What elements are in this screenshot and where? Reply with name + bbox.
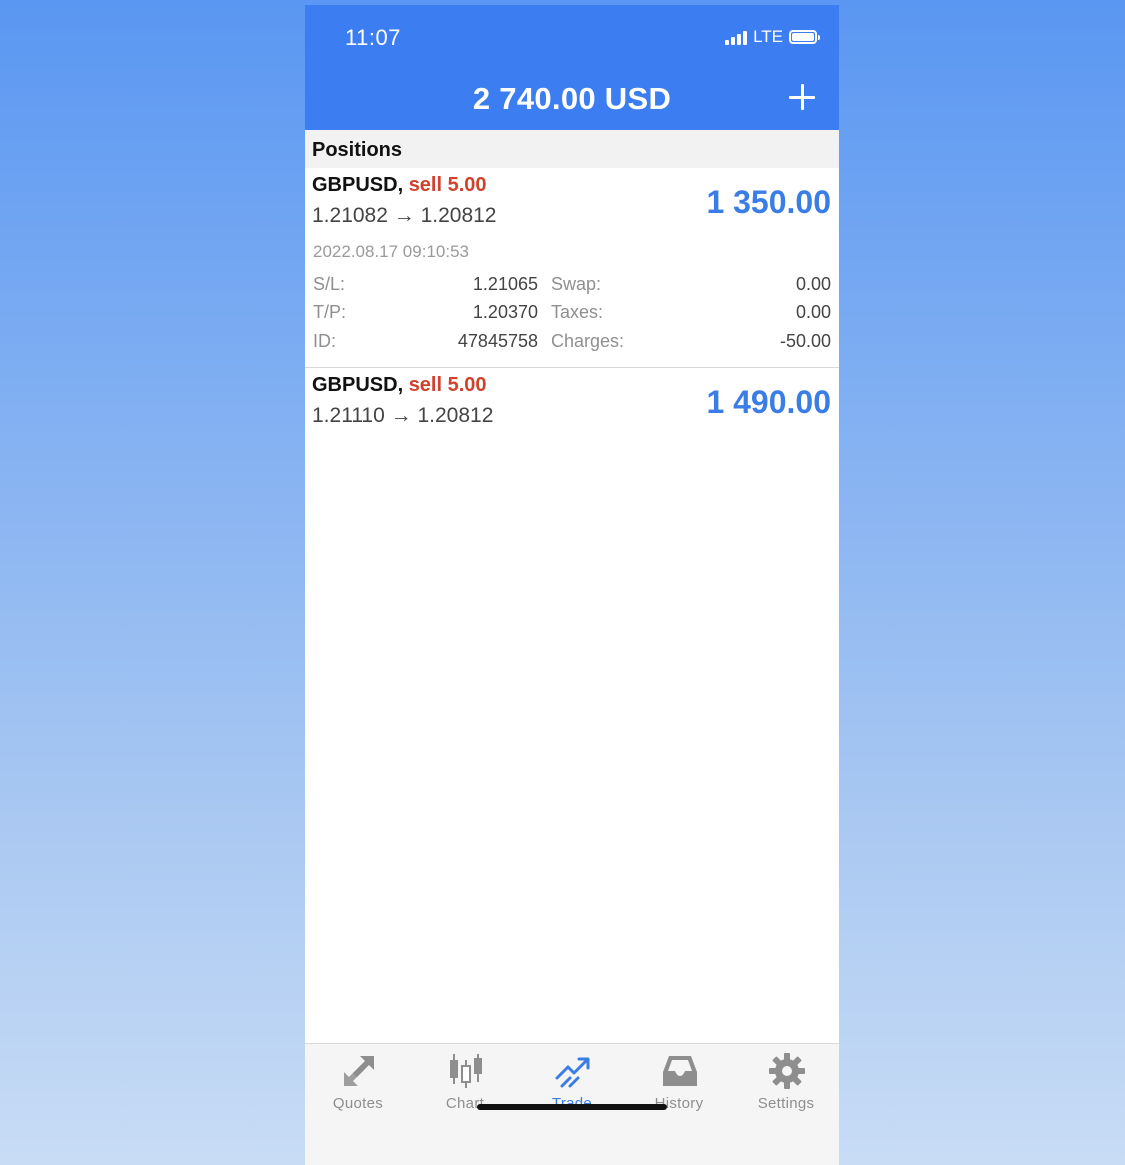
position-row[interactable]: GBPUSD, sell 5.00 1.21082 → 1.20812 1 35… [305, 168, 839, 368]
gear-icon [769, 1053, 805, 1089]
position-symbol: GBPUSD, [312, 174, 404, 196]
status-time: 11:07 [345, 25, 401, 50]
position-side: sell 5.00 [408, 174, 487, 196]
trade-icon [555, 1057, 590, 1088]
phone-screen: 11:07 LTE 2 740.00 USD Positions GBPUSD,… [305, 5, 839, 1165]
battery-icon [789, 30, 820, 44]
add-order-button[interactable] [789, 84, 815, 110]
sl-value: 1.21065 [472, 274, 538, 294]
header-bar: 11:07 LTE 2 740.00 USD [305, 5, 839, 130]
section-title: Positions [312, 139, 403, 161]
position-open-time: 2022.08.17 09:10:53 [313, 242, 469, 261]
network-label: LTE [753, 27, 783, 46]
quotes-icon [344, 1056, 374, 1086]
position-symbol-line: GBPUSD, sell 5.00 [312, 374, 487, 397]
tab-label: Settings [757, 1095, 815, 1112]
position-side: sell 5.00 [408, 374, 487, 396]
id-value: 47845758 [457, 331, 538, 351]
tab-chart[interactable]: Chart [412, 1044, 518, 1124]
id-label: ID: [313, 331, 337, 351]
position-row[interactable]: GBPUSD, sell 5.00 1.21110 → 1.20812 1 49… [305, 368, 839, 442]
swap-value: 0.00 [795, 274, 831, 294]
account-balance: 2 740.00 USD [472, 81, 672, 116]
taxes-label: Taxes: [551, 302, 604, 322]
home-indicator[interactable] [477, 1104, 667, 1110]
signal-icon [725, 29, 748, 45]
candlestick-icon [450, 1054, 482, 1088]
position-prices: 1.21110 → 1.20812 [312, 404, 494, 427]
position-profit: 1 490.00 [706, 384, 831, 420]
charges-value: -50.00 [779, 331, 831, 351]
swap-label: Swap: [551, 274, 602, 294]
tab-trade[interactable]: Trade [519, 1044, 625, 1124]
tab-label: Quotes [332, 1095, 384, 1112]
positions-section-header: Positions [305, 130, 839, 169]
tab-quotes[interactable]: Quotes [305, 1044, 411, 1124]
tab-history[interactable]: History [626, 1044, 732, 1124]
tp-label: T/P: [313, 302, 347, 322]
taxes-value: 0.00 [795, 302, 831, 322]
position-profit: 1 350.00 [706, 184, 831, 220]
status-indicators: LTE [725, 27, 820, 47]
inbox-icon [663, 1056, 697, 1086]
tab-settings[interactable]: Settings [733, 1044, 839, 1124]
position-symbol-line: GBPUSD, sell 5.00 [312, 174, 487, 197]
position-prices: 1.21082 → 1.20812 [312, 204, 497, 227]
tp-value: 1.20370 [472, 302, 538, 322]
position-symbol: GBPUSD, [312, 374, 404, 396]
charges-label: Charges: [551, 331, 625, 351]
sl-label: S/L: [313, 274, 346, 294]
